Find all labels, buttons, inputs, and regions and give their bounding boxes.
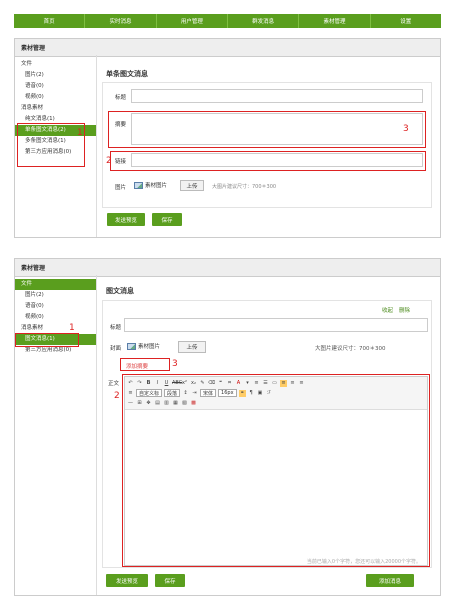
label-title: 标题 xyxy=(115,95,127,101)
nav-material-management[interactable]: 素材管理 xyxy=(299,14,371,28)
size-hint: 大图片建议尺寸：700＊300 xyxy=(212,184,277,190)
title-input[interactable] xyxy=(124,318,428,332)
annotation-box-1 xyxy=(15,333,79,347)
annotation-box-1 xyxy=(17,123,85,167)
sidebar-item-images[interactable]: 图片(2) xyxy=(15,290,96,301)
sidebar-item-images[interactable]: 图片(2) xyxy=(15,70,96,81)
nav-realtime-messages[interactable]: 实时消息 xyxy=(85,14,157,28)
image-icon xyxy=(127,342,136,350)
image-icon xyxy=(134,181,143,189)
sidebar-2: 文件 图片(2) 语音(0) 视频(0) 消息素材 图文消息(1) 第三方应用消… xyxy=(15,275,97,595)
add-message-button[interactable]: 添加消息 xyxy=(366,574,414,587)
sidebar-item-voice[interactable]: 语音(0) xyxy=(15,301,96,312)
sidebar-category-file[interactable]: 文件 xyxy=(15,59,96,70)
save-button[interactable]: 保存 xyxy=(152,213,182,226)
delete-link[interactable]: 删除 xyxy=(399,306,410,314)
title-input[interactable] xyxy=(131,89,423,103)
annotation-number-1: 1 xyxy=(69,323,75,333)
form-title: 图文消息 xyxy=(106,287,134,295)
annotation-box-3 xyxy=(108,111,426,148)
sidebar-category-message-material[interactable]: 消息素材 xyxy=(15,103,96,114)
nav-mass-messages[interactable]: 群发消息 xyxy=(228,14,300,28)
annotation-box-2 xyxy=(110,151,426,171)
label-title: 标题 xyxy=(110,325,122,331)
size-hint: 大图片建议尺寸：700＊300 xyxy=(315,346,386,352)
annotation-box-3 xyxy=(120,358,170,371)
nav-home[interactable]: 首页 xyxy=(14,14,86,28)
sidebar-item-voice[interactable]: 语音(0) xyxy=(15,81,96,92)
upload-button[interactable]: 上传 xyxy=(178,341,206,353)
label-image: 图片 xyxy=(115,185,127,191)
annotation-number-3: 3 xyxy=(172,359,178,369)
upload-button[interactable]: 上传 xyxy=(180,180,204,191)
sidebar-item-video[interactable]: 视频(0) xyxy=(15,312,96,323)
annotation-number-2: 2 xyxy=(106,156,112,166)
sidebar-item-video[interactable]: 视频(0) xyxy=(15,92,96,103)
annotation-number-3: 3 xyxy=(403,124,409,134)
form-title: 单条图文消息 xyxy=(106,70,148,78)
material-image-link[interactable]: 素材图片 xyxy=(134,181,167,189)
label-cover: 封面 xyxy=(110,346,122,352)
nav-settings[interactable]: 设置 xyxy=(371,14,441,28)
save-button[interactable]: 保存 xyxy=(155,574,185,587)
material-image-label: 素材图片 xyxy=(145,183,168,189)
annotation-box-2 xyxy=(122,374,430,567)
annotation-number-2: 2 xyxy=(114,391,120,401)
annotation-number-1: 1 xyxy=(77,128,83,138)
sidebar-category-file[interactable]: 文件 xyxy=(15,279,96,290)
nav-user-management[interactable]: 用户管理 xyxy=(157,14,228,28)
material-image-label: 素材图片 xyxy=(138,344,161,350)
send-preview-button[interactable]: 发送预览 xyxy=(107,213,145,226)
top-nav-bar: 首页 实时消息 用户管理 群发消息 素材管理 设置 xyxy=(14,14,441,28)
collapse-link[interactable]: 收起 xyxy=(382,306,393,314)
label-body: 正文 xyxy=(108,381,120,387)
material-image-link[interactable]: 素材图片 xyxy=(127,342,160,350)
send-preview-button[interactable]: 发送预览 xyxy=(106,574,148,587)
